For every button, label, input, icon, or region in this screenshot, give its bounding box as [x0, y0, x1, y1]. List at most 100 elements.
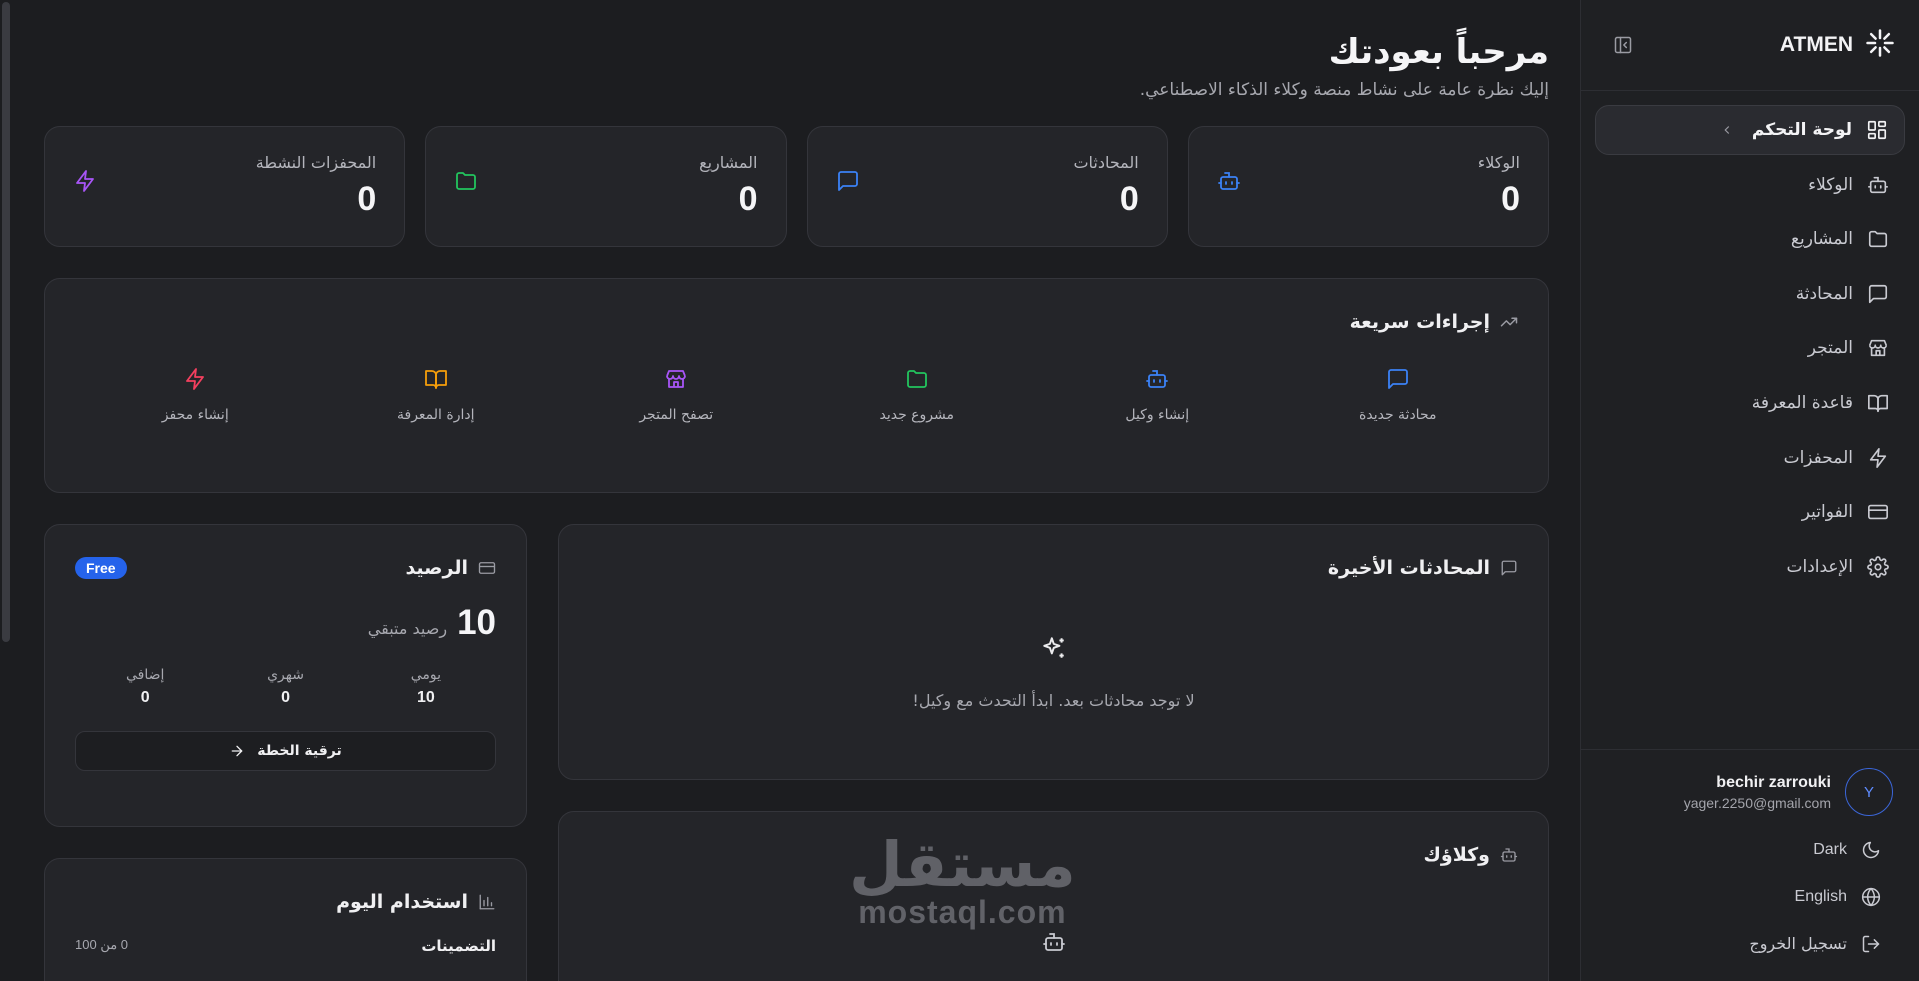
quick-actions-grid: محادثة جديدة إنشاء وكيل مشروع جديد تصفح … — [75, 367, 1518, 423]
balance-header: الرصيد Free — [75, 557, 496, 579]
sidebar-item-knowledge[interactable]: قاعدة المعرفة — [1595, 378, 1905, 428]
sidebar-item-triggers[interactable]: المحفزات — [1595, 433, 1905, 483]
your-agents-card: وكلاؤك مستقل mostaql.com — [558, 811, 1549, 981]
trending-up-icon — [1500, 317, 1518, 327]
user-name: bechir zarrouki — [1716, 773, 1831, 791]
folder-icon — [454, 169, 478, 246]
sidebar-item-label: الوكلاء — [1808, 174, 1853, 195]
balance-card: الرصيد Free 10 رصيد متبقي يومي 10 شهري 0 إ… — [44, 524, 527, 827]
chat-icon — [836, 169, 860, 246]
stat-label: المحادثات — [1073, 153, 1139, 172]
chat-icon — [1501, 560, 1517, 576]
balance-label: رصيد متبقي — [367, 619, 448, 638]
stat-card-agents: الوكلاء 0 — [1187, 126, 1549, 247]
sidebar-item-label: المحفزات — [1783, 447, 1853, 468]
sidebar-item-chat[interactable]: المحادثة — [1595, 269, 1905, 319]
stat-card-projects: المشاريع 0 — [425, 126, 787, 247]
folder-icon — [1868, 231, 1888, 248]
stat-value: 0 — [357, 180, 377, 218]
stat-card-conversations: المحادثات 0 — [806, 126, 1168, 247]
quick-actions-title: إجراءات سريعة — [75, 311, 1518, 333]
chat-icon — [1387, 369, 1408, 389]
upgrade-plan-button[interactable]: ترقية الخطة — [75, 731, 496, 771]
sidebar-item-label: الفواتير — [1801, 502, 1853, 523]
stat-label: المشاريع — [699, 153, 758, 172]
balance-title: الرصيد — [405, 557, 496, 579]
language-label: English — [1794, 887, 1847, 905]
bot-icon — [1146, 370, 1169, 388]
recent-conversations-title: المحادثات الأخيرة — [589, 557, 1518, 579]
theme-label: Dark — [1813, 840, 1847, 858]
moon-icon — [1862, 841, 1880, 858]
logout-icon — [1862, 935, 1880, 952]
recent-conversations-card: المحادثات الأخيرة لا توجد محادثات بعد. ا… — [558, 524, 1549, 780]
language-toggle[interactable]: English — [1607, 873, 1893, 920]
sidebar-item-store[interactable]: المتجر — [1595, 323, 1905, 373]
sidebar-footer: Y bechir zarrouki yager.2250@gmail.com D… — [1581, 749, 1919, 967]
quick-action-create-agent[interactable]: إنشاء وكيل — [1037, 367, 1278, 423]
user-email: yager.2250@gmail.com — [1683, 794, 1831, 811]
main-column: المحادثات الأخيرة لا توجد محادثات بعد. ا… — [558, 524, 1549, 981]
sidebar-item-label: قاعدة المعرفة — [1751, 392, 1853, 413]
sidebar-item-label: المشاريع — [1790, 229, 1853, 250]
book-icon — [1868, 394, 1888, 413]
lightning-icon — [73, 169, 97, 246]
sidebar-item-agents[interactable]: الوكلاء — [1595, 160, 1905, 210]
gear-icon — [1867, 555, 1889, 578]
empty-state: لا توجد محادثات بعد. ابدأ التحدث مع وكيل… — [589, 635, 1518, 710]
page-title: مرحباً بعودتك — [1328, 32, 1549, 72]
balance-extra: إضافي 0 — [125, 667, 165, 706]
bot-icon — [1868, 176, 1888, 193]
globe-icon — [1861, 887, 1881, 906]
quick-action-new-project[interactable]: مشروع جديد — [797, 367, 1038, 423]
quick-action-browse-store[interactable]: تصفح المتجر — [556, 367, 797, 423]
quick-actions-card: إجراءات سريعة محادثة جديدة إنشاء وكيل مش… — [44, 278, 1549, 493]
lightning-icon — [186, 368, 205, 390]
collapse-sidebar-button[interactable] — [1609, 31, 1637, 59]
stat-value: 0 — [1119, 180, 1139, 218]
quick-action-create-trigger[interactable]: إنشاء محفز — [75, 367, 316, 423]
sidebar-item-label: الإعدادات — [1786, 556, 1853, 577]
today-usage-card: استخدام اليوم التضمينات 0 من 100 — [44, 858, 527, 981]
brand[interactable]: ATMEN — [1780, 28, 1895, 62]
book-icon — [424, 370, 447, 389]
user-profile[interactable]: Y bechir zarrouki yager.2250@gmail.com — [1607, 766, 1893, 818]
credit-card-icon — [478, 562, 496, 574]
stat-value: 0 — [1501, 180, 1520, 218]
sidebar-item-dashboard[interactable]: لوحة التحكم — [1595, 105, 1905, 155]
store-icon — [666, 370, 687, 388]
sidebar-header: ATMEN — [1581, 0, 1919, 91]
watermark: مستقل mostaql.com — [849, 834, 1076, 931]
brand-name: ATMEN — [1779, 33, 1853, 56]
sidebar-item-label: المتجر — [1807, 338, 1853, 359]
watermark-latin: mostaql.com — [858, 894, 1067, 930]
dashboard-icon — [1867, 120, 1887, 140]
scrollbar[interactable] — [2, 2, 10, 642]
sparkles-icon — [1042, 637, 1064, 658]
stat-label: الوكلاء — [1477, 153, 1520, 172]
stat-value: 0 — [738, 180, 758, 218]
usage-row-embeddings: التضمينات 0 من 100 — [75, 937, 496, 955]
stats-row: الوكلاء 0 المحادثات 0 المشاريع 0 المحفزات ا… — [44, 126, 1549, 247]
sidebar-item-billing[interactable]: الفواتير — [1595, 487, 1905, 537]
quick-action-manage-knowledge[interactable]: إدارة المعرفة — [316, 367, 557, 423]
sidebar-item-settings[interactable]: الإعدادات — [1595, 542, 1905, 592]
empty-state-text: لا توجد محادثات بعد. ابدأ التحدث مع وكيل… — [912, 691, 1195, 710]
theme-toggle[interactable]: Dark — [1607, 826, 1893, 873]
avatar[interactable]: Y — [1845, 768, 1893, 816]
plan-badge: Free — [75, 557, 127, 579]
folder-icon — [906, 370, 927, 388]
sidebar-item-projects[interactable]: المشاريع — [1595, 214, 1905, 264]
sparkle-logo-icon — [1865, 28, 1895, 62]
arrow-right-icon — [231, 745, 243, 757]
balance-daily: يومي 10 — [410, 667, 441, 706]
side-column: الرصيد Free 10 رصيد متبقي يومي 10 شهري 0 إ… — [44, 524, 527, 981]
credit-card-icon — [1868, 504, 1888, 520]
logout-button[interactable]: تسجيل الخروج — [1607, 920, 1893, 967]
quick-action-new-chat[interactable]: محادثة جديدة — [1278, 367, 1519, 423]
bot-icon — [1500, 848, 1518, 862]
chat-icon — [1868, 284, 1888, 303]
sidebar-item-label: لوحة التحكم — [1751, 120, 1852, 140]
store-icon — [1868, 340, 1888, 357]
balance-value: 10 — [457, 603, 496, 642]
